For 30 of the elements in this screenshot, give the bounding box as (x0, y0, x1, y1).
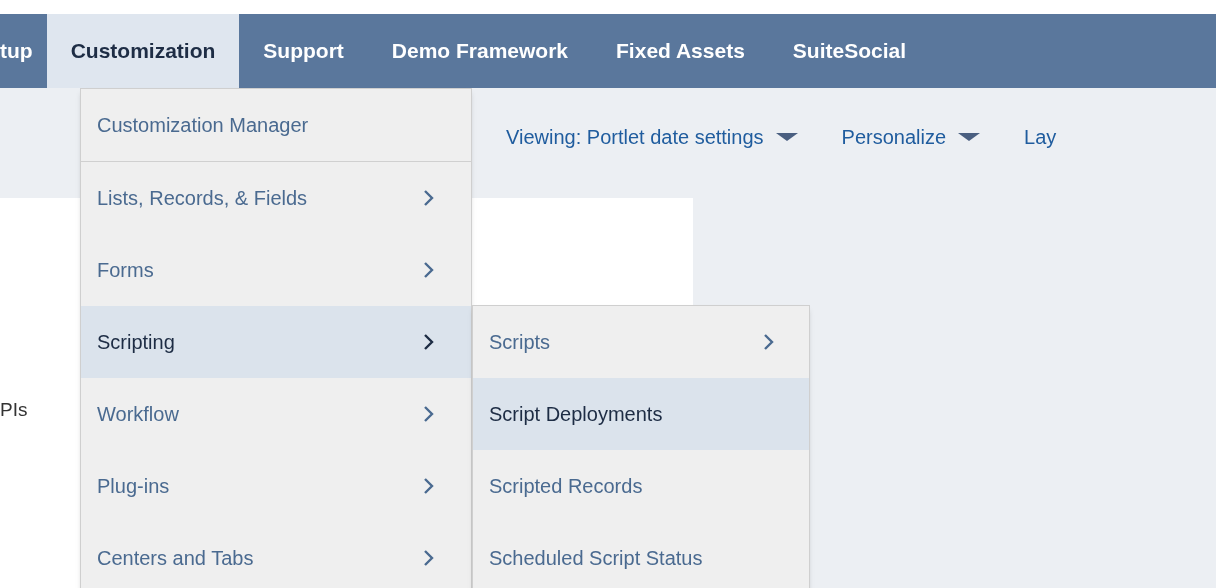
menu-item[interactable]: Script Deployments (473, 378, 809, 450)
menu-item[interactable]: Workflow (81, 378, 471, 450)
menu-item[interactable]: Centers and Tabs (81, 522, 471, 588)
menu-item[interactable]: Lists, Records, & Fields (81, 162, 471, 234)
caret-down-icon (775, 132, 798, 142)
menu-item[interactable]: Customization Manager (81, 89, 471, 161)
toolbar-menu[interactable]: Personalize (841, 122, 981, 152)
chevron-right-icon (763, 333, 775, 351)
chevron-right-icon (423, 549, 435, 567)
menu-item[interactable]: Plug-ins (81, 450, 471, 522)
chevron-right-icon (423, 477, 435, 495)
menu-item[interactable]: Scripts (473, 306, 809, 378)
nav-tab[interactable]: Support (239, 14, 368, 88)
menu-item[interactable]: Scheduled Script Status (473, 522, 809, 588)
page-text: PIs (0, 399, 28, 420)
caret-down-icon (958, 132, 981, 142)
nav-tab[interactable]: SuiteSocial (768, 14, 931, 88)
chevron-right-icon (423, 333, 435, 351)
menu-item[interactable]: Scripting (81, 306, 471, 378)
nav-tab[interactable]: tup (0, 14, 47, 88)
chevron-right-icon (423, 189, 435, 207)
nav-tab[interactable]: Fixed Assets (592, 14, 769, 88)
nav-tab[interactable]: Demo Framework (367, 14, 593, 88)
menu-item[interactable]: Scripted Records (473, 450, 809, 522)
toolbar-menu[interactable]: Viewing: Portlet date settings (506, 122, 798, 152)
chevron-right-icon (423, 405, 435, 423)
menu-item[interactable]: Forms (81, 234, 471, 306)
chevron-right-icon (423, 261, 435, 279)
toolbar-menu[interactable]: Lay (1024, 122, 1057, 152)
nav-tab[interactable]: Customization (46, 14, 240, 88)
